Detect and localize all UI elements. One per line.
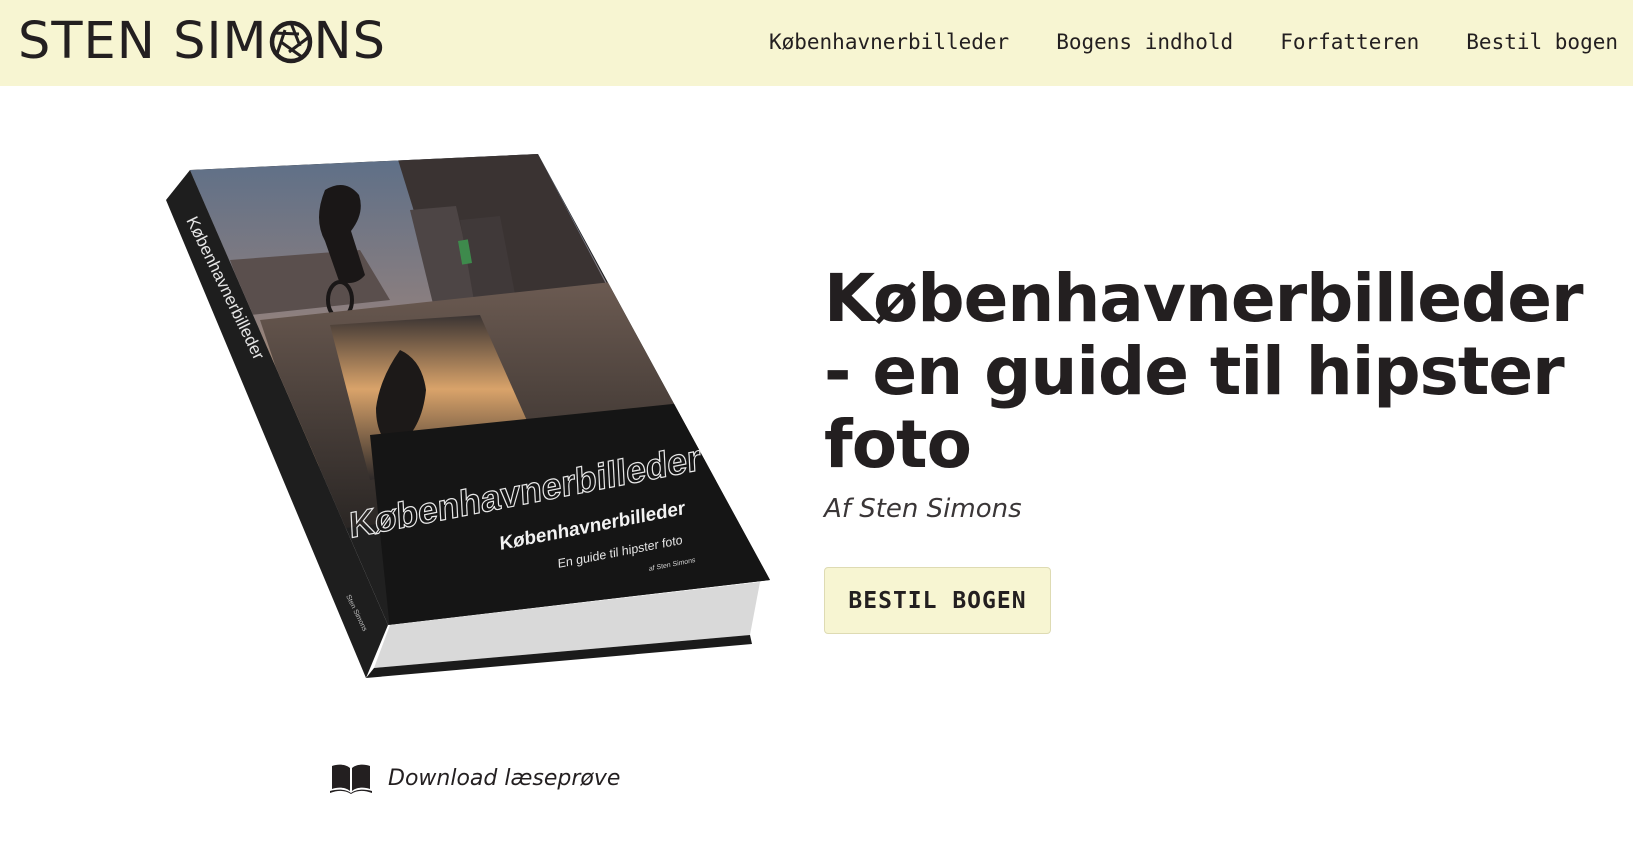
nav-link-kobenhavnerbilleder[interactable]: Københavnerbilleder (769, 24, 1009, 60)
nav-link-forfatteren[interactable]: Forfatteren (1280, 24, 1419, 60)
main-nav: Københavnerbilleder Bogens indhold Forfa… (769, 24, 1618, 60)
author-byline: Af Sten Simons (824, 494, 1022, 524)
book-title-heading: Københavnerbilleder - en guide til hipst… (824, 260, 1584, 483)
order-book-button[interactable]: BESTIL BOGEN (824, 567, 1051, 634)
aperture-icon (269, 20, 312, 64)
download-sample-label: Download læseprøve (388, 765, 621, 791)
site-logo[interactable]: STEN SIM NS (18, 12, 386, 72)
nav-link-bestil-bogen[interactable]: Bestil bogen (1466, 24, 1618, 60)
open-book-icon (330, 764, 372, 794)
book-cover-image: Københavnerbilleder Sten Simons Københav… (166, 154, 770, 678)
site-header: STEN SIM NS Københavnerbilleder Bogens i… (0, 0, 1633, 86)
download-sample-link[interactable]: Download læseprøve (330, 762, 620, 794)
nav-link-bogens-indhold[interactable]: Bogens indhold (1056, 24, 1233, 60)
logo-text-left: STEN SIM (18, 12, 268, 71)
logo-text-right: NS (313, 12, 387, 71)
